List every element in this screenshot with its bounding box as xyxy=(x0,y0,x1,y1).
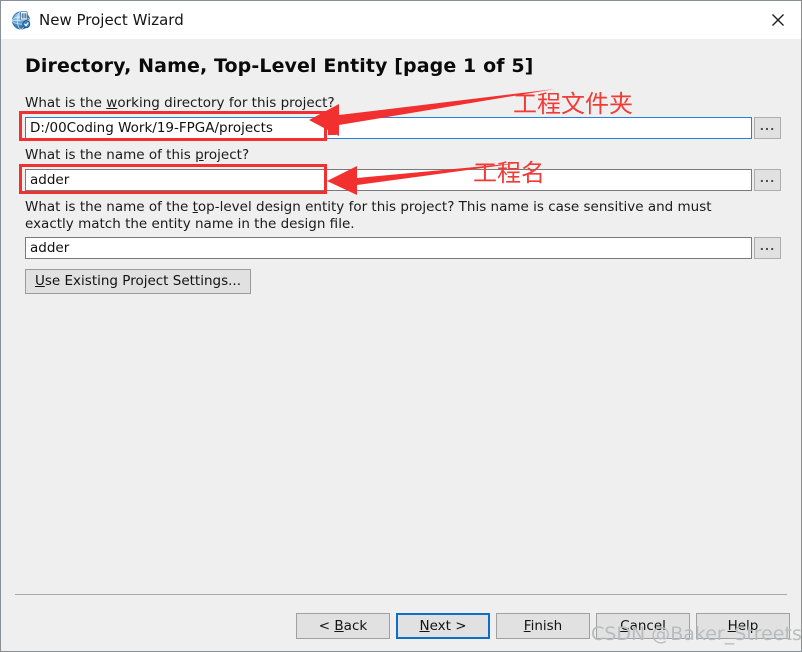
footer-button-bar: < Back Next > Finish Cancel Help xyxy=(1,604,801,650)
browse-dots-label: ... xyxy=(759,120,776,133)
window-title: New Project Wizard xyxy=(39,11,184,29)
browse-dots-label: ... xyxy=(759,240,776,253)
project-name-label: What is the name of this project? xyxy=(25,147,250,163)
browse-dots-label: ... xyxy=(759,172,776,185)
working-directory-input[interactable] xyxy=(25,117,752,139)
finish-button[interactable]: Finish xyxy=(496,613,590,639)
working-directory-label: What is the working directory for this p… xyxy=(25,95,335,111)
use-existing-project-settings-button[interactable]: Use Existing Project Settings... xyxy=(25,269,252,294)
footer-separator xyxy=(15,594,787,595)
cancel-button[interactable]: Cancel xyxy=(596,613,690,639)
globe-wizard-icon xyxy=(11,10,33,32)
dialog-body: Directory, Name, Top-Level Entity [page … xyxy=(1,39,801,651)
close-icon[interactable] xyxy=(755,1,801,38)
top-level-entity-input[interactable] xyxy=(25,237,752,259)
help-button[interactable]: Help xyxy=(696,613,790,639)
project-name-browse-button[interactable]: ... xyxy=(754,169,781,191)
page-title: Directory, Name, Top-Level Entity [page … xyxy=(25,55,534,77)
title-bar: New Project Wizard xyxy=(1,1,801,39)
top-level-entity-browse-button[interactable]: ... xyxy=(754,237,781,259)
back-button[interactable]: < Back xyxy=(296,613,390,639)
working-directory-browse-button[interactable]: ... xyxy=(754,117,781,139)
top-level-entity-description: What is the name of the top-level design… xyxy=(25,199,712,232)
next-button[interactable]: Next > xyxy=(396,613,490,639)
new-project-wizard-dialog: New Project Wizard Directory, Name, Top-… xyxy=(0,0,802,652)
project-name-input[interactable] xyxy=(25,169,752,191)
